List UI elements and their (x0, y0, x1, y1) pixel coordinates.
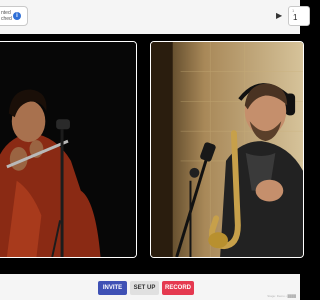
status-line-2: ched (1, 16, 12, 22)
participant-video-flute[interactable] (0, 41, 137, 258)
play-icon[interactable]: ▶ (276, 11, 282, 20)
bottom-toolbar: INVITE SET UP RECORD Stage: Demo • ████ (0, 274, 300, 300)
record-button[interactable]: RECORD (162, 281, 194, 295)
flute-player-image (0, 42, 136, 257)
counter-value: 1 (293, 13, 298, 22)
participant-video-saxophone[interactable] (150, 41, 304, 258)
invite-button[interactable]: INVITE (98, 281, 127, 295)
info-icon[interactable]: i (13, 12, 21, 20)
connection-status-badge[interactable]: nted ched i (0, 6, 28, 26)
participant-counter[interactable]: 1 1 (288, 6, 310, 26)
footer-note: Stage: Demo • ████ (267, 294, 296, 298)
top-bar: nted ched i ▶ 1 1 (0, 0, 310, 35)
video-stage (0, 34, 304, 274)
saxophone-player-image (151, 42, 303, 257)
setup-button[interactable]: SET UP (130, 281, 159, 295)
